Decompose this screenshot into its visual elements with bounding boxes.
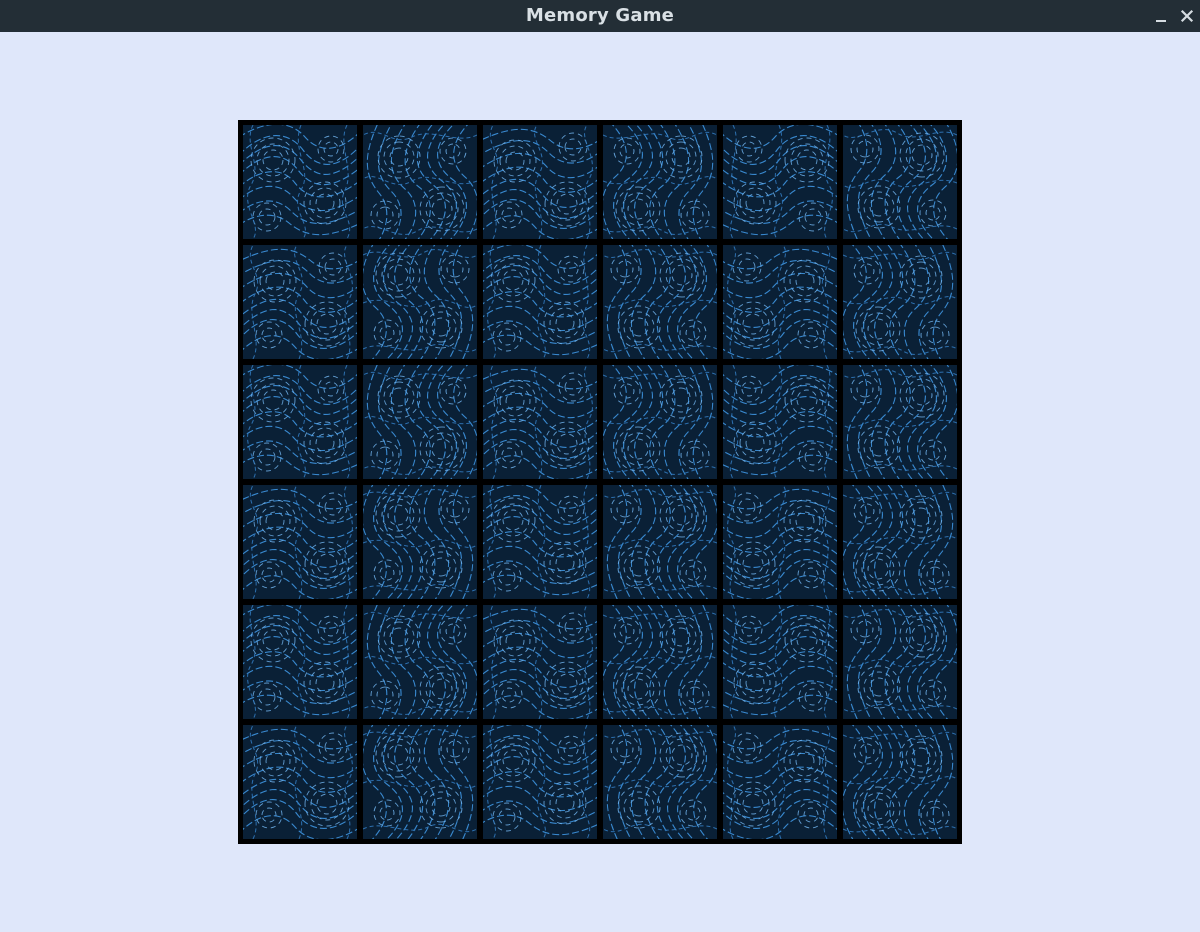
card-r2-c4[interactable] <box>603 245 717 359</box>
card-back-pattern <box>603 605 717 719</box>
card-r6-c2[interactable] <box>363 725 477 839</box>
card-r1-c5[interactable] <box>723 125 837 239</box>
close-button[interactable] <box>1177 6 1197 26</box>
card-r1-c4[interactable] <box>603 125 717 239</box>
card-r4-c6[interactable] <box>843 485 957 599</box>
card-r1-c2[interactable] <box>363 125 477 239</box>
card-r3-c3[interactable] <box>483 365 597 479</box>
card-back-pattern <box>843 125 957 239</box>
card-back-pattern <box>723 725 837 839</box>
card-r6-c1[interactable] <box>243 725 357 839</box>
card-back-pattern <box>603 485 717 599</box>
card-back-pattern <box>723 485 837 599</box>
card-r3-c5[interactable] <box>723 365 837 479</box>
close-icon <box>1180 9 1194 23</box>
card-r5-c2[interactable] <box>363 605 477 719</box>
card-r1-c1[interactable] <box>243 125 357 239</box>
card-r2-c3[interactable] <box>483 245 597 359</box>
card-back-pattern <box>603 125 717 239</box>
card-r4-c5[interactable] <box>723 485 837 599</box>
card-r1-c6[interactable] <box>843 125 957 239</box>
card-back-pattern <box>243 365 357 479</box>
card-r4-c2[interactable] <box>363 485 477 599</box>
window-titlebar[interactable]: Memory Game <box>0 0 1200 32</box>
card-back-pattern <box>843 245 957 359</box>
card-back-pattern <box>603 725 717 839</box>
card-back-pattern <box>723 365 837 479</box>
minimize-icon <box>1156 20 1166 22</box>
card-r3-c1[interactable] <box>243 365 357 479</box>
card-r4-c1[interactable] <box>243 485 357 599</box>
card-back-pattern <box>723 125 837 239</box>
card-r5-c1[interactable] <box>243 605 357 719</box>
card-back-pattern <box>483 365 597 479</box>
card-back-pattern <box>363 245 477 359</box>
card-r5-c3[interactable] <box>483 605 597 719</box>
card-r5-c5[interactable] <box>723 605 837 719</box>
card-back-pattern <box>843 365 957 479</box>
card-back-pattern <box>243 605 357 719</box>
card-r6-c5[interactable] <box>723 725 837 839</box>
card-r3-c6[interactable] <box>843 365 957 479</box>
card-r4-c3[interactable] <box>483 485 597 599</box>
card-back-pattern <box>363 605 477 719</box>
card-back-pattern <box>843 605 957 719</box>
card-grid <box>238 120 962 844</box>
card-back-pattern <box>243 245 357 359</box>
window-title: Memory Game <box>525 5 675 26</box>
card-back-pattern <box>483 245 597 359</box>
card-r6-c4[interactable] <box>603 725 717 839</box>
card-back-pattern <box>363 125 477 239</box>
card-r2-c6[interactable] <box>843 245 957 359</box>
card-r1-c3[interactable] <box>483 125 597 239</box>
card-r5-c6[interactable] <box>843 605 957 719</box>
card-back-pattern <box>723 245 837 359</box>
card-r2-c5[interactable] <box>723 245 837 359</box>
card-back-pattern <box>363 365 477 479</box>
card-r6-c3[interactable] <box>483 725 597 839</box>
card-back-pattern <box>843 725 957 839</box>
card-back-pattern <box>243 485 357 599</box>
card-r3-c2[interactable] <box>363 365 477 479</box>
card-r6-c6[interactable] <box>843 725 957 839</box>
card-r3-c4[interactable] <box>603 365 717 479</box>
card-back-pattern <box>603 365 717 479</box>
card-r2-c2[interactable] <box>363 245 477 359</box>
card-back-pattern <box>603 245 717 359</box>
card-r2-c1[interactable] <box>243 245 357 359</box>
card-back-pattern <box>483 605 597 719</box>
card-back-pattern <box>243 725 357 839</box>
card-back-pattern <box>843 485 957 599</box>
card-back-pattern <box>723 605 837 719</box>
card-back-pattern <box>483 485 597 599</box>
game-area <box>0 32 1200 932</box>
minimize-button[interactable] <box>1151 6 1171 26</box>
card-back-pattern <box>243 125 357 239</box>
card-back-pattern <box>483 725 597 839</box>
card-r4-c4[interactable] <box>603 485 717 599</box>
card-back-pattern <box>483 125 597 239</box>
card-back-pattern <box>363 725 477 839</box>
card-r5-c4[interactable] <box>603 605 717 719</box>
card-back-pattern <box>363 485 477 599</box>
